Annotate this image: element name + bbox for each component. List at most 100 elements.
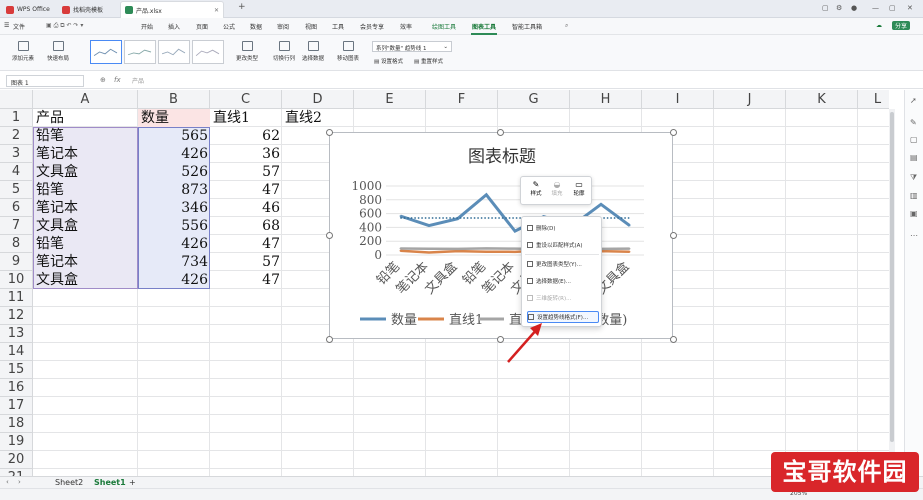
menu-page[interactable]: 页面 bbox=[196, 22, 208, 31]
cell-B5[interactable]: 873 bbox=[138, 181, 208, 199]
maximize-icon[interactable]: ▢ bbox=[889, 4, 896, 12]
cell-C10[interactable]: 47 bbox=[210, 271, 280, 289]
row-header-11[interactable]: 11 bbox=[0, 289, 33, 307]
series-selector[interactable]: 系列"数量" 趋势线 1 ⌄ bbox=[372, 41, 452, 52]
cell-A4[interactable]: 文具盒 bbox=[36, 163, 78, 181]
menu-item-change-chart-type[interactable]: 更改图表类型(Y)... bbox=[527, 258, 599, 270]
row-header-13[interactable]: 13 bbox=[0, 325, 33, 343]
column-header-I[interactable]: I bbox=[642, 90, 714, 109]
set-format-button[interactable]: ▤ 设置格式 bbox=[374, 57, 403, 65]
image-icon[interactable]: ▣ bbox=[910, 209, 918, 218]
cell-C1[interactable]: 直线1 bbox=[213, 109, 250, 127]
hamburger-icon[interactable]: ☰ bbox=[4, 22, 9, 29]
name-box[interactable]: 图表 1 bbox=[6, 75, 84, 87]
resize-handle[interactable] bbox=[497, 129, 504, 136]
menu-review[interactable]: 审阅 bbox=[277, 22, 289, 31]
chart-object[interactable]: 图表标题10008006004002000铅笔笔记本文具盒铅笔笔记本文具盒铅笔笔… bbox=[329, 132, 673, 339]
cell-A3[interactable]: 笔记本 bbox=[36, 145, 78, 163]
layout-icon[interactable]: ▢ bbox=[822, 4, 829, 12]
cell-B7[interactable]: 556 bbox=[138, 217, 208, 235]
add-sheet-button[interactable]: + bbox=[129, 478, 136, 487]
row-header-16[interactable]: 16 bbox=[0, 379, 33, 397]
close-window-icon[interactable]: ✕ bbox=[907, 4, 913, 12]
style-panel-icon[interactable]: ✎ bbox=[910, 118, 917, 127]
cell-B1[interactable]: 数量 bbox=[141, 109, 169, 127]
menu-item-delete[interactable]: 删除(D) bbox=[527, 222, 599, 234]
resize-handle[interactable] bbox=[326, 336, 333, 343]
sheet-tab-sheet1[interactable]: Sheet1 bbox=[94, 478, 126, 487]
column-header-L[interactable]: L bbox=[858, 90, 889, 109]
cell-A9[interactable]: 笔记本 bbox=[36, 253, 78, 271]
minimize-icon[interactable]: — bbox=[872, 4, 879, 12]
chart-style-3[interactable] bbox=[158, 40, 190, 64]
settings-icon[interactable]: ⚙ bbox=[836, 4, 842, 12]
list-icon[interactable]: ▤ bbox=[910, 153, 918, 162]
cell-A1[interactable]: 产品 bbox=[36, 109, 64, 127]
menu-smart-toolbox[interactable]: 智能工具箱 bbox=[512, 22, 542, 31]
next-sheet-icon[interactable]: › bbox=[18, 478, 21, 486]
row-header-19[interactable]: 19 bbox=[0, 433, 33, 451]
row-header-20[interactable]: 20 bbox=[0, 451, 33, 469]
resize-handle[interactable] bbox=[670, 129, 677, 136]
select-all-corner[interactable] bbox=[0, 90, 33, 109]
resize-handle[interactable] bbox=[326, 232, 333, 239]
scrollbar-thumb[interactable] bbox=[890, 112, 894, 442]
row-header-8[interactable]: 8 bbox=[0, 235, 33, 253]
cell-C3[interactable]: 36 bbox=[210, 145, 280, 163]
row-header-4[interactable]: 4 bbox=[0, 163, 33, 181]
row-header-9[interactable]: 9 bbox=[0, 253, 33, 271]
row-header-3[interactable]: 3 bbox=[0, 145, 33, 163]
style-button[interactable]: ✎ 样式 bbox=[526, 180, 546, 197]
tab-template[interactable]: 找稻壳模板 bbox=[58, 1, 118, 18]
cell-C7[interactable]: 68 bbox=[210, 217, 280, 235]
cell-B8[interactable]: 426 bbox=[138, 235, 208, 253]
cell-A2[interactable]: 铅笔 bbox=[36, 127, 64, 145]
resize-handle[interactable] bbox=[670, 232, 677, 239]
column-header-B[interactable]: B bbox=[138, 90, 210, 109]
outline-button[interactable]: ▭ 轮廓 bbox=[569, 180, 589, 197]
menu-view[interactable]: 视图 bbox=[305, 22, 317, 31]
book-icon[interactable]: ▥ bbox=[910, 191, 918, 200]
cell-A10[interactable]: 文具盒 bbox=[36, 271, 78, 289]
row-header-6[interactable]: 6 bbox=[0, 199, 33, 217]
menu-start[interactable]: 开始 bbox=[141, 22, 153, 31]
row-header-14[interactable]: 14 bbox=[0, 343, 33, 361]
column-header-E[interactable]: E bbox=[354, 90, 426, 109]
quick-layout-button[interactable]: 快速布局 bbox=[47, 41, 69, 62]
formula-input[interactable]: 产品 bbox=[132, 76, 144, 85]
row-header-15[interactable]: 15 bbox=[0, 361, 33, 379]
properties-icon[interactable]: ▢ bbox=[910, 135, 918, 144]
new-tab-button[interactable]: + bbox=[238, 2, 246, 12]
menu-data[interactable]: 数据 bbox=[250, 22, 262, 31]
row-header-7[interactable]: 7 bbox=[0, 217, 33, 235]
cell-B6[interactable]: 346 bbox=[138, 199, 208, 217]
chart-style-2[interactable] bbox=[124, 40, 156, 64]
cell-B3[interactable]: 426 bbox=[138, 145, 208, 163]
pointer-icon[interactable]: ➚ bbox=[910, 96, 917, 105]
avatar[interactable]: ● bbox=[851, 4, 857, 12]
cell-B10[interactable]: 426 bbox=[138, 271, 208, 289]
row-header-17[interactable]: 17 bbox=[0, 397, 33, 415]
fx-icon[interactable]: fx bbox=[114, 76, 121, 84]
menu-member[interactable]: 会员专享 bbox=[360, 22, 384, 31]
cell-A7[interactable]: 文具盒 bbox=[36, 217, 78, 235]
share-button[interactable]: 分享 bbox=[892, 21, 911, 30]
menu-formula[interactable]: 公式 bbox=[223, 22, 235, 31]
menu-item-reset-style[interactable]: 重设以匹配样式(A) bbox=[527, 239, 599, 251]
prev-sheet-icon[interactable]: ‹ bbox=[6, 478, 9, 486]
cell-D1[interactable]: 直线2 bbox=[285, 109, 322, 127]
menu-chart-tools[interactable]: 图表工具 bbox=[470, 22, 498, 35]
row-header-18[interactable]: 18 bbox=[0, 415, 33, 433]
column-header-G[interactable]: G bbox=[498, 90, 570, 109]
cell-C9[interactable]: 57 bbox=[210, 253, 280, 271]
column-header-J[interactable]: J bbox=[714, 90, 786, 109]
more-icon[interactable]: ⋯ bbox=[910, 231, 918, 240]
menu-insert[interactable]: 插入 bbox=[168, 22, 180, 31]
sheet-tab-sheet2[interactable]: Sheet2 bbox=[55, 478, 83, 487]
resize-handle[interactable] bbox=[670, 336, 677, 343]
cell-C5[interactable]: 47 bbox=[210, 181, 280, 199]
row-header-12[interactable]: 12 bbox=[0, 307, 33, 325]
cell-A8[interactable]: 铅笔 bbox=[36, 235, 64, 253]
cloud-icon[interactable]: ☁ bbox=[876, 22, 882, 29]
row-header-21[interactable]: 21 bbox=[0, 469, 33, 476]
